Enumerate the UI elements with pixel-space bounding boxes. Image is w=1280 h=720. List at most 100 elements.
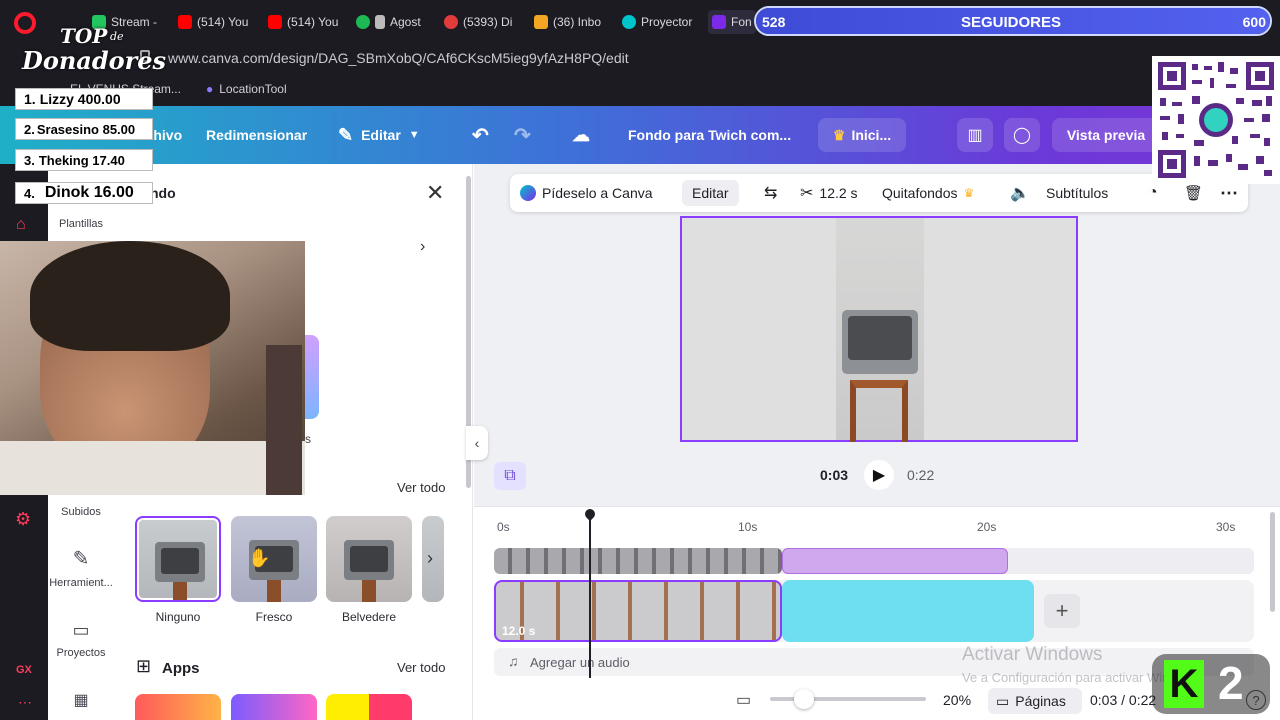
filter-label: Belvedere bbox=[341, 610, 397, 624]
design-title[interactable]: Fondo para Twich com... bbox=[628, 106, 791, 164]
zoom-slider-thumb[interactable] bbox=[794, 689, 814, 709]
browser-tab[interactable]: (36) Inbo bbox=[534, 10, 608, 34]
followers-goal: 600 bbox=[1242, 14, 1266, 30]
zoom-level[interactable]: 20% bbox=[943, 692, 971, 708]
chevron-down-icon: ▼ bbox=[408, 129, 420, 141]
webcam-hair bbox=[30, 241, 230, 351]
bookmark-item[interactable]: ● LocationTool bbox=[206, 82, 287, 96]
sidebar-item-apps[interactable]: ▦ bbox=[48, 690, 114, 710]
time-indicator: 0:03 / 0:22 bbox=[1090, 692, 1157, 708]
donor-row: 4. Dinok 16.00 bbox=[15, 182, 153, 204]
tools-icon: ✎ bbox=[72, 548, 90, 570]
volume-icon[interactable]: 🔈 bbox=[1010, 174, 1030, 212]
overlay-clip-2[interactable] bbox=[782, 548, 1008, 574]
resize-button[interactable]: Redimensionar bbox=[206, 106, 307, 164]
stool-image bbox=[850, 380, 908, 442]
notes-icon[interactable]: ▭ bbox=[736, 690, 751, 710]
timeline-scrollbar[interactable] bbox=[1270, 512, 1275, 612]
tab-favicon-icon bbox=[444, 15, 458, 29]
more-icon[interactable]: ⋯ bbox=[18, 694, 32, 711]
overlay-clip[interactable] bbox=[494, 548, 782, 574]
youtube-icon bbox=[268, 15, 282, 29]
sidebar-item-templates[interactable]: Plantillas bbox=[48, 218, 114, 230]
canva-icon bbox=[712, 15, 726, 29]
browser-tab[interactable]: Agost bbox=[356, 10, 432, 34]
donor-row: 3. Theking 17.40 bbox=[15, 149, 153, 171]
pencil-icon: ✎ bbox=[338, 124, 354, 145]
partial-thumbnail bbox=[305, 335, 319, 419]
redo-button[interactable]: ↷ bbox=[514, 106, 531, 164]
see-all-link[interactable]: Ver todo bbox=[397, 480, 445, 495]
color-clip[interactable] bbox=[782, 580, 1034, 642]
trim-button[interactable]: ✂ 12.2 s bbox=[800, 174, 858, 212]
start-trial-button[interactable]: ♛ Inici... bbox=[818, 118, 906, 152]
edit-button[interactable]: Editar bbox=[682, 180, 739, 206]
folder-icon: ▭ bbox=[72, 620, 90, 640]
subtitles-button[interactable]: Subtítulos bbox=[1046, 174, 1108, 212]
current-time: 0:03 bbox=[820, 467, 849, 483]
preview-button[interactable]: Vista previa bbox=[1052, 118, 1160, 152]
followers-count: 528 bbox=[762, 14, 786, 30]
collapse-panel-button[interactable]: ‹ bbox=[466, 426, 488, 460]
app-tile[interactable] bbox=[326, 694, 412, 720]
filter-thumbnail-none[interactable] bbox=[135, 516, 221, 602]
undo-button[interactable]: ↶ bbox=[472, 106, 489, 164]
partial-label: s bbox=[305, 432, 311, 446]
sidebar-item-tools[interactable]: ✎ Herramient... bbox=[48, 546, 114, 589]
browser-tab[interactable]: (5393) Di bbox=[444, 10, 518, 34]
add-audio-label: Agregar un audio bbox=[530, 655, 630, 670]
chevron-right-icon[interactable]: › bbox=[420, 238, 425, 256]
chevron-right-icon[interactable]: › bbox=[427, 548, 433, 569]
bag-icon[interactable]: ⌂ bbox=[16, 216, 26, 234]
mouse-cursor-icon: ✋ bbox=[248, 548, 271, 568]
gx-icon[interactable]: GX bbox=[16, 664, 32, 676]
playhead[interactable] bbox=[589, 512, 591, 678]
flip-icon[interactable]: ⇆ bbox=[764, 174, 777, 212]
sidebar-item-projects[interactable]: ▭ Proyectos bbox=[48, 620, 114, 659]
ask-canva-button[interactable]: Pídeselo a Canva bbox=[520, 174, 653, 212]
pages-button[interactable]: ▭ Páginas bbox=[988, 688, 1082, 714]
analytics-icon[interactable]: ▥ bbox=[957, 118, 993, 152]
comment-icon[interactable]: ◯ bbox=[1004, 118, 1040, 152]
filter-label: Ninguno bbox=[155, 610, 201, 624]
app-tile[interactable] bbox=[135, 694, 221, 720]
filter-thumbnail-fresco[interactable] bbox=[231, 516, 317, 602]
video-clip[interactable]: 12.0 s bbox=[494, 580, 782, 642]
filter-thumbnail-partial[interactable] bbox=[422, 516, 444, 602]
see-all-link[interactable]: Ver todo bbox=[397, 660, 445, 675]
cloud-save-icon[interactable]: ☁ bbox=[572, 106, 590, 164]
filter-thumbnail-belvedere[interactable] bbox=[326, 516, 412, 602]
apps-grid-icon: ⊞ bbox=[136, 656, 152, 676]
design-canvas[interactable] bbox=[680, 216, 1078, 442]
music-note-icon: ♫ bbox=[508, 653, 519, 669]
context-toolbar: Pídeselo a Canva Editar ⇆ ✂ 12.2 s Quita… bbox=[510, 174, 1248, 212]
settings-icon[interactable]: ⚙ bbox=[15, 509, 31, 530]
url-field[interactable]: www.canva.com/design/DAG_SBmXobQ/CAf6CKs… bbox=[168, 50, 629, 66]
close-icon[interactable]: ✕ bbox=[426, 180, 444, 206]
sidebar-item-uploads[interactable]: Subidos bbox=[48, 506, 114, 518]
youtube-icon bbox=[178, 15, 192, 29]
followers-goal-bar: 528 SEGUIDORES 600 bbox=[754, 6, 1272, 36]
add-clip-button[interactable]: + bbox=[1044, 594, 1080, 628]
bg-remover-button[interactable]: Quitafondos ♛ bbox=[882, 174, 974, 212]
app-tile[interactable] bbox=[231, 694, 317, 720]
browser-tab[interactable]: Proyector bbox=[622, 10, 698, 34]
donors-title-mid: de bbox=[110, 30, 124, 43]
browser-tab[interactable]: (514) You bbox=[268, 10, 342, 34]
play-button[interactable]: ▶ bbox=[864, 460, 894, 490]
apps-heading: Apps bbox=[162, 660, 200, 677]
filter-label: Fresco bbox=[255, 610, 293, 624]
canva-icon bbox=[622, 15, 636, 29]
windows-watermark-title: Activar Windows bbox=[962, 644, 1103, 665]
location-pin-icon: ● bbox=[206, 82, 214, 96]
canva-ai-icon bbox=[520, 185, 536, 201]
webcam-shirt bbox=[0, 441, 305, 495]
ruler-mark: 10s bbox=[738, 520, 758, 534]
total-time: 0:22 bbox=[907, 467, 935, 483]
browser-tab[interactable]: (514) You bbox=[178, 10, 252, 34]
speaker-icon bbox=[375, 15, 385, 29]
edit-menu[interactable]: ✎ Editar ▼ bbox=[338, 106, 420, 164]
apps-grid-icon: ▦ bbox=[73, 692, 89, 709]
browser-tab-active[interactable]: Fon bbox=[708, 10, 756, 34]
timeline-toggle-icon[interactable]: ⧉ bbox=[494, 462, 526, 490]
